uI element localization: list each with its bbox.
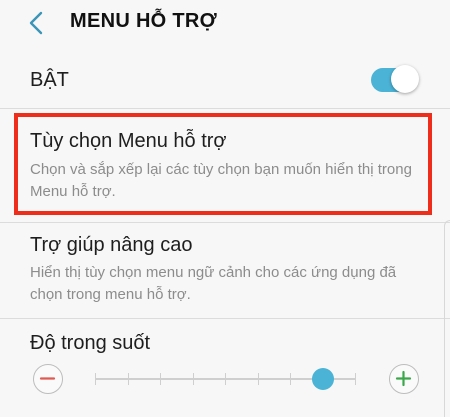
slider-thumb[interactable]: [311, 368, 334, 390]
advanced-help-description: Hiển thị tùy chọn menu ngữ cảnh cho các …: [30, 264, 397, 303]
transparency-slider[interactable]: [95, 368, 356, 390]
scroll-edge: [444, 220, 450, 417]
slider-tick: [355, 373, 356, 385]
advanced-help-item[interactable]: Trợ giúp nâng cao Hiển thị tùy chọn menu…: [0, 224, 450, 316]
divider: [0, 318, 450, 319]
master-toggle[interactable]: [371, 65, 419, 93]
slider-tick: [127, 373, 129, 385]
transparency-slider-row: [0, 360, 450, 400]
divider: [0, 222, 450, 223]
increase-button[interactable]: [389, 364, 419, 394]
page-title: MENU HỖ TRỢ: [70, 10, 218, 32]
transparency-title: Độ trong suốt: [30, 332, 151, 354]
app-header: MENU HỖ TRỢ: [0, 0, 450, 46]
slider-tick: [290, 373, 291, 385]
slider-tick: [95, 373, 96, 385]
advanced-help-title: Trợ giúp nâng cao: [30, 234, 193, 256]
slider-tick: [257, 373, 259, 385]
decrease-button[interactable]: [33, 364, 63, 394]
back-button[interactable]: [26, 10, 50, 36]
minus-icon: [39, 377, 56, 380]
master-switch-label: BẬT: [30, 69, 69, 91]
divider: [0, 108, 450, 109]
slider-tick: [192, 373, 194, 385]
master-switch-row[interactable]: BẬT: [0, 58, 450, 102]
slider-tick: [225, 373, 226, 385]
toggle-knob: [391, 65, 419, 93]
plus-icon: [395, 370, 412, 387]
slider-tick: [160, 373, 161, 385]
highlight-box: [14, 113, 432, 215]
chevron-left-icon: [29, 11, 43, 35]
transparency-item: Độ trong suốt: [0, 320, 450, 360]
